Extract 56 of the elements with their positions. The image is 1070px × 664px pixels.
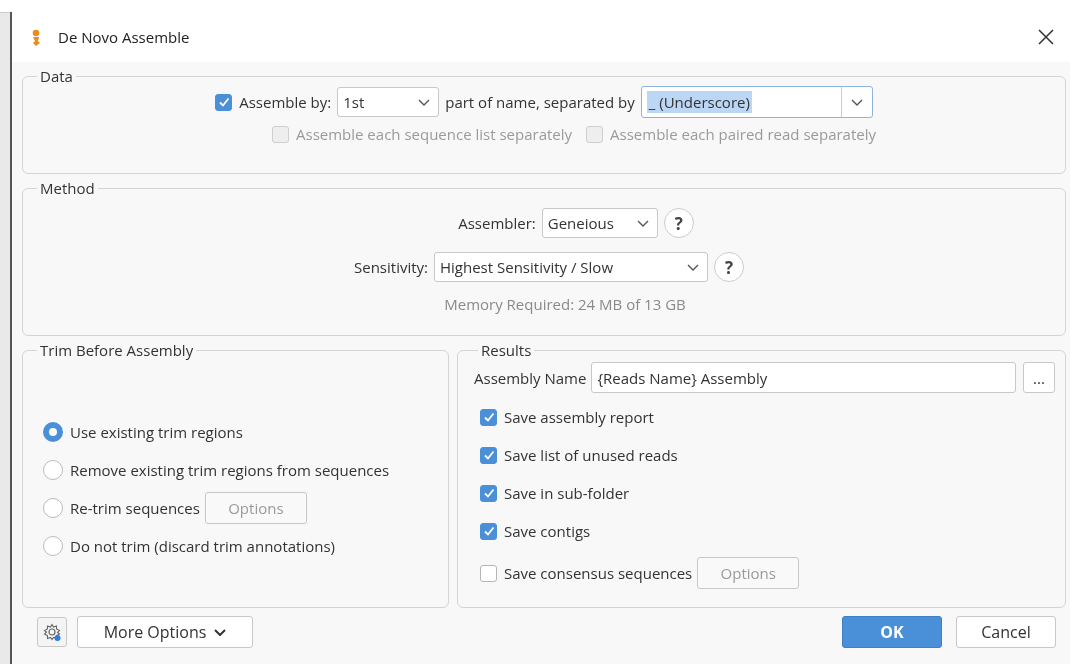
help-button[interactable]: ?: [663, 208, 694, 238]
radio-label: Remove existing trim regions from sequences: [70, 460, 390, 480]
checkmark-icon: [482, 487, 495, 499]
chevron-down-icon: [214, 628, 227, 636]
radio-button[interactable]: [43, 536, 63, 556]
chevron-down-icon: [850, 98, 863, 106]
cancel-button[interactable]: Cancel: [956, 616, 1056, 648]
label: part of name, separated by: [445, 92, 635, 112]
checkbox[interactable]: [480, 408, 497, 426]
checkbox-label: Save list of unused reads: [504, 445, 678, 465]
checkmark-icon: [217, 96, 230, 108]
radio-label: Use existing trim regions: [70, 422, 243, 442]
browse-button[interactable]: ...: [1023, 362, 1055, 393]
checkbox-label: Assemble each paired read separately: [610, 124, 876, 144]
checkbox-label: Assemble by:: [239, 92, 332, 112]
checkbox-label: Save contigs: [504, 521, 591, 541]
app-icon: [30, 28, 42, 46]
radio-label: Re-trim sequences: [70, 498, 200, 518]
checkmark-icon: [482, 525, 495, 537]
checkbox-label: Save assembly report: [504, 407, 654, 427]
checkbox-label: Save consensus sequences: [504, 563, 693, 583]
group-title: Data: [39, 66, 74, 86]
chevron-down-icon: [687, 263, 699, 271]
more-options-button[interactable]: More Options: [77, 616, 253, 648]
radio-button[interactable]: [43, 498, 63, 518]
checkbox[interactable]: [480, 484, 497, 502]
assembler-dropdown[interactable]: Geneious: [541, 208, 658, 238]
checkmark-icon: [482, 411, 495, 423]
checkbox[interactable]: [480, 446, 497, 464]
checkbox[interactable]: [215, 93, 233, 111]
close-button[interactable]: [1036, 27, 1056, 47]
radio-button[interactable]: [43, 422, 63, 442]
memory-info: Memory Required: 24 MB of 13 GB: [443, 294, 687, 314]
help-button[interactable]: ?: [714, 252, 744, 282]
checkbox-label: Save in sub-folder: [504, 483, 630, 503]
checkmark-icon: [482, 449, 495, 461]
group-title: Results: [480, 340, 533, 360]
label: Sensitivity:: [354, 257, 428, 277]
part-dropdown[interactable]: 1st: [337, 87, 440, 117]
assembly-name-field[interactable]: {Reads Name} Assembly: [591, 362, 1016, 393]
checkbox[interactable]: [480, 522, 497, 540]
radio-button[interactable]: [43, 460, 63, 480]
group-title: Method: [39, 178, 96, 198]
label: Assembly Name: [474, 367, 587, 388]
radio-label: Do not trim (discard trim annotations): [70, 536, 335, 556]
settings-icon: [43, 623, 61, 641]
separator-combo-box[interactable]: _ (Underscore): [640, 86, 873, 118]
checkbox-label: Assemble each sequence list separately: [296, 124, 573, 144]
checkbox[interactable]: [480, 564, 497, 582]
label: Assembler:: [458, 213, 536, 233]
settings-button[interactable]: [37, 617, 67, 647]
group-title: Trim Before Assembly: [39, 340, 195, 360]
chevron-down-icon: [418, 98, 431, 106]
window-title: De Novo Assemble: [58, 27, 190, 47]
chevron-down-icon: [636, 219, 649, 227]
sensitivity-dropdown[interactable]: Highest Sensitivity / Slow: [434, 252, 708, 282]
